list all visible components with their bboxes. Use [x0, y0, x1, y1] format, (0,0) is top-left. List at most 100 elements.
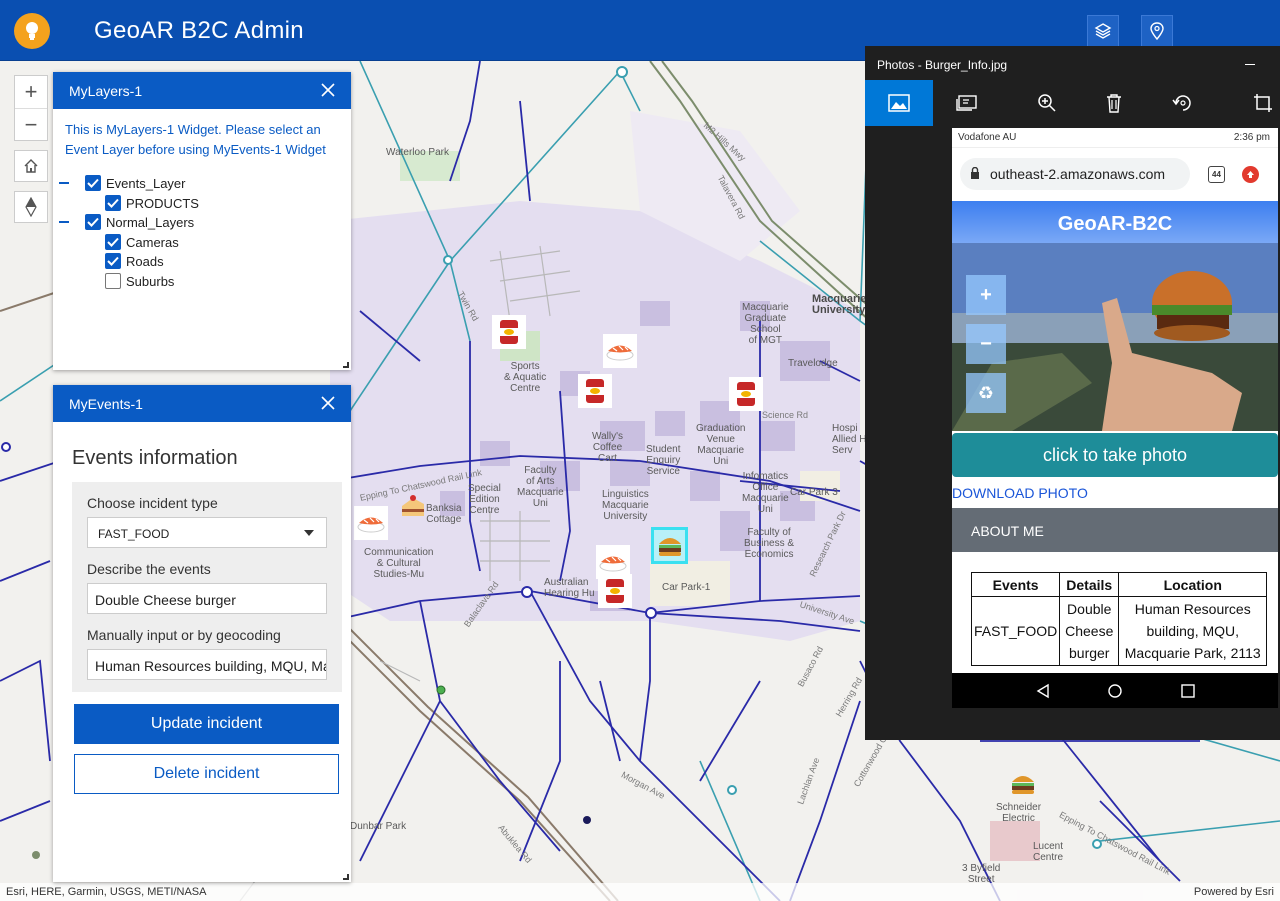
layers-icon	[1094, 23, 1112, 39]
tab-count-icon: 44	[1208, 166, 1225, 183]
slideshow-icon	[956, 95, 977, 111]
about-me-section[interactable]: ABOUT ME	[952, 508, 1278, 552]
label-car-park-3: Car Park 3	[790, 487, 838, 498]
layer-label: Suburbs	[126, 273, 175, 289]
update-incident-button[interactable]: Update incident	[74, 704, 339, 744]
resize-handle[interactable]	[343, 362, 349, 368]
layer-item-events[interactable]: Events_Layer	[85, 174, 186, 192]
photos-window: Photos - Burger_Info.jpg Vodafone AU 2:3…	[865, 46, 1280, 740]
collapse-icon[interactable]	[59, 182, 69, 184]
ar-zoom-in-button[interactable]: +	[966, 275, 1006, 315]
minimize-icon[interactable]	[1245, 64, 1255, 65]
take-photo-button[interactable]: click to take photo	[952, 433, 1278, 477]
label-banksia: Banksia Cottage	[426, 503, 462, 525]
poi-product-can[interactable]	[492, 315, 526, 349]
checkbox-checked-icon[interactable]	[85, 175, 101, 191]
recycle-icon[interactable]: ♻	[966, 373, 1006, 413]
incident-type-select[interactable]: FAST_FOOD	[87, 517, 327, 548]
download-photo-link[interactable]: DOWNLOAD PHOTO	[952, 485, 1088, 501]
label-graduation-venue: Graduation Venue Macquarie Uni	[696, 423, 746, 467]
checkbox-checked-icon[interactable]	[105, 253, 121, 269]
phone-app-title: GeoAR-B2C	[952, 201, 1278, 243]
layer-label: Cameras	[126, 234, 179, 250]
events-widget-header: MyEvents-1	[53, 385, 351, 422]
photos-window-title: Photos - Burger_Info.jpg	[877, 58, 1008, 72]
label-car-park-1: Car Park-1	[662, 582, 711, 593]
label-waterloo-park: Waterloo Park	[386, 147, 449, 158]
poi-product-can[interactable]	[598, 574, 632, 608]
layer-item-suburbs[interactable]: Suburbs	[105, 272, 174, 290]
poi-burger[interactable]	[1006, 767, 1040, 801]
checkbox-unchecked-icon[interactable]	[105, 273, 121, 289]
zoom-in-button[interactable]: +	[15, 76, 47, 108]
lightbulb-icon	[26, 22, 38, 40]
view-photo-button[interactable]	[865, 80, 933, 126]
layer-item-products[interactable]: PRODUCTS	[105, 194, 199, 212]
layer-item-roads[interactable]: Roads	[105, 252, 164, 270]
ar-zoom-out-button[interactable]: −	[966, 324, 1006, 364]
checkbox-checked-icon[interactable]	[105, 234, 121, 250]
burger-icon	[1012, 776, 1034, 794]
poi-burger-selected[interactable]	[651, 527, 688, 564]
sushi-icon	[606, 345, 634, 361]
layer-item-normal[interactable]: Normal_Layers	[85, 213, 194, 231]
layers-widget-title: MyLayers-1	[69, 83, 143, 99]
phone-screenshot: Vodafone AU 2:36 pm outheast-2.amazonaws…	[952, 128, 1278, 708]
checkbox-checked-icon[interactable]	[105, 195, 121, 211]
update-icon	[1242, 166, 1259, 183]
trash-icon	[1107, 94, 1121, 113]
poi-sushi[interactable]	[603, 334, 637, 368]
rotate-photo-button[interactable]	[1158, 80, 1208, 126]
label-sports-centre: Sports & Aquatic Centre	[504, 361, 547, 394]
close-icon[interactable]	[321, 83, 335, 97]
attribution-left: Esri, HERE, Garmin, USGS, METI/NASA	[6, 886, 207, 898]
map-attribution: Esri, HERE, Garmin, USGS, METI/NASA Powe…	[0, 883, 1280, 901]
table-header: Location	[1118, 572, 1268, 597]
delete-photo-button[interactable]	[1089, 80, 1139, 126]
food-can-icon	[606, 579, 624, 603]
attribution-right[interactable]: Powered by Esri	[1194, 886, 1274, 898]
compass-button[interactable]	[14, 191, 48, 223]
delete-incident-button[interactable]: Delete incident	[74, 754, 339, 794]
describe-label: Describe the events	[87, 561, 211, 577]
label-hospital: Hospi Allied H Serv	[832, 423, 867, 456]
layers-widget: MyLayers-1 This is MyLayers-1 Widget. Pl…	[53, 72, 351, 370]
slideshow-button[interactable]	[942, 80, 992, 126]
poi-cake[interactable]	[396, 489, 430, 523]
checkbox-checked-icon[interactable]	[85, 214, 101, 230]
sushi-icon	[599, 556, 627, 572]
label-special-edition: Special Edition Centre	[468, 483, 501, 516]
carrier-text: Vodafone AU	[958, 132, 1017, 143]
app-logo	[14, 13, 50, 49]
crop-photo-button[interactable]	[1245, 80, 1280, 126]
home-icon	[24, 159, 38, 173]
label-wallys-coffee: Wally's Coffee Cart	[592, 431, 623, 464]
rotate-icon	[1172, 95, 1191, 111]
poi-product-can[interactable]	[578, 374, 612, 408]
layers-button[interactable]	[1087, 15, 1119, 47]
layer-label: Roads	[126, 253, 164, 269]
poi-product-can[interactable]	[729, 377, 763, 411]
label-travelodge: Travelodge	[788, 358, 838, 369]
label-student-enquiry: Student Enquiry Service	[646, 444, 681, 477]
layer-item-cameras[interactable]: Cameras	[105, 233, 179, 251]
layer-tree: Events_Layer PRODUCTS Normal_Layers Came…	[53, 172, 351, 302]
describe-input[interactable]: Double Cheese burger	[87, 583, 327, 614]
zoom-photo-button[interactable]	[1022, 80, 1072, 126]
location-button[interactable]	[1141, 15, 1173, 47]
poi-sushi[interactable]	[354, 506, 388, 540]
zoom-in-icon	[1038, 94, 1056, 112]
label-communication: Communication & Cultural Studies-Mu	[364, 547, 434, 580]
url-text: outheast-2.amazonaws.com	[990, 166, 1166, 182]
zoom-out-button[interactable]: −	[15, 108, 47, 140]
label-faculty-arts: Faculty of Arts Macquarie Uni	[517, 465, 564, 509]
app-title: GeoAR B2C Admin	[94, 17, 304, 44]
table-header: Events	[970, 572, 1061, 597]
incident-type-value: FAST_FOOD	[98, 527, 170, 541]
home-button[interactable]	[14, 150, 48, 182]
close-icon[interactable]	[321, 396, 335, 410]
collapse-icon[interactable]	[59, 221, 69, 223]
resize-handle[interactable]	[343, 874, 349, 880]
sushi-icon	[357, 517, 385, 533]
location-input[interactable]: Human Resources building, MQU, Macquarie…	[87, 649, 327, 680]
